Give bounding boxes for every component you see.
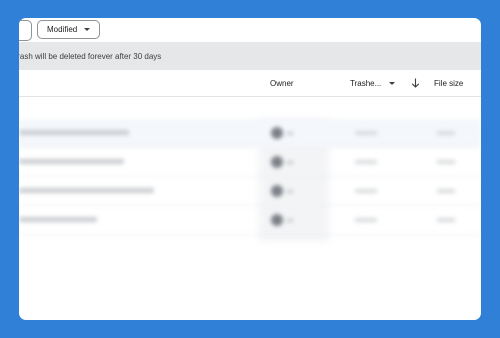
trashed-date-blurred — [355, 131, 377, 135]
file-size-blurred — [437, 160, 455, 164]
trashed-header-label: Trashe... — [350, 78, 382, 88]
trash-info-text: trash will be deleted forever after 30 d… — [19, 51, 162, 61]
trashed-date-column-header[interactable]: Trashe... — [350, 70, 396, 96]
file-name-blurred — [19, 130, 129, 135]
owner-avatar — [271, 127, 283, 139]
file-row[interactable] — [19, 177, 481, 206]
owner-name-blurred — [287, 132, 293, 135]
file-size-blurred — [437, 189, 455, 193]
owner-avatar — [271, 185, 283, 197]
file-size-blurred — [437, 131, 455, 135]
sort-direction-button[interactable] — [411, 70, 420, 96]
column-header-row: Owner Trashe... File size — [19, 70, 481, 97]
file-list-panel: Modified trash will be deleted forever a… — [19, 18, 481, 320]
owner-avatar — [271, 156, 283, 168]
file-size-column-header[interactable]: File size — [434, 70, 463, 96]
modified-filter-chip[interactable]: Modified — [37, 20, 100, 39]
file-name-blurred — [19, 159, 124, 164]
trashed-date-blurred — [355, 218, 377, 222]
owner-name-blurred — [287, 219, 293, 222]
owner-name-blurred — [287, 161, 293, 164]
filter-bar: Modified — [19, 18, 481, 42]
trashed-file-list — [19, 119, 481, 235]
dropdown-caret-icon — [389, 81, 396, 85]
dropdown-caret-icon — [84, 28, 91, 31]
file-size-header-label: File size — [434, 78, 464, 88]
owner-name-blurred — [287, 190, 293, 193]
trash-info-banner: trash will be deleted forever after 30 d… — [19, 42, 481, 70]
owner-column-header[interactable]: Owner — [270, 70, 294, 96]
file-row[interactable] — [19, 206, 481, 235]
file-name-blurred — [19, 217, 97, 222]
modified-filter-label: Modified — [47, 25, 78, 34]
trashed-date-blurred — [355, 189, 377, 193]
trashed-date-blurred — [355, 160, 377, 164]
file-name-blurred — [19, 188, 154, 193]
owner-header-label: Owner — [270, 78, 294, 88]
file-row[interactable] — [19, 148, 481, 177]
filter-chip-partial[interactable] — [19, 20, 32, 41]
owner-avatar — [271, 214, 283, 226]
file-size-blurred — [437, 218, 455, 222]
file-row[interactable] — [19, 119, 481, 148]
arrow-down-icon — [411, 78, 420, 88]
